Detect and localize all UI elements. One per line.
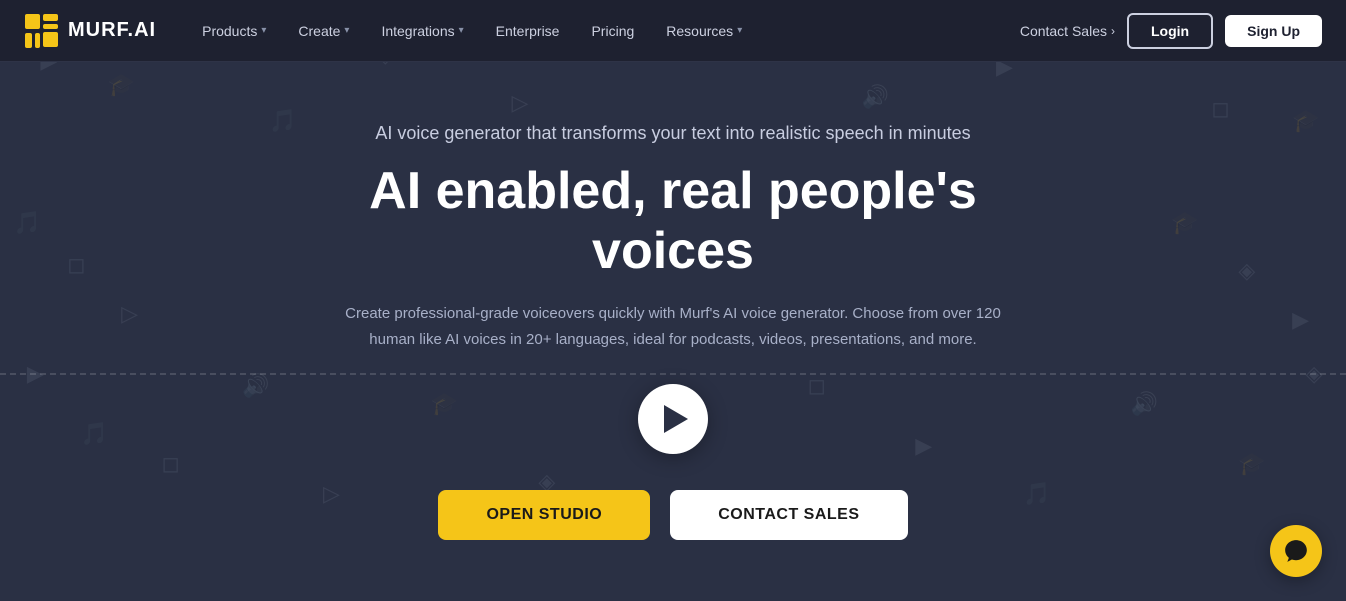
bg-icon: ▷ bbox=[121, 301, 138, 327]
chat-icon bbox=[1283, 538, 1309, 564]
contact-sales-button[interactable]: CONTACT SALES bbox=[670, 490, 907, 540]
nav-links: Products ▾ Create ▾ Integrations ▾ Enter… bbox=[188, 15, 1020, 47]
bg-icon: 🔊 bbox=[861, 84, 888, 110]
bg-icon: 🎓 bbox=[1171, 210, 1198, 236]
login-button[interactable]: Login bbox=[1127, 13, 1213, 49]
hero-content: AI voice generator that transforms your … bbox=[263, 123, 1083, 541]
chevron-down-icon: ▾ bbox=[737, 25, 742, 36]
chevron-down-icon: ▾ bbox=[459, 25, 464, 36]
bg-icon: ◻ bbox=[1211, 96, 1229, 122]
nav-item-pricing[interactable]: Pricing bbox=[577, 15, 648, 47]
nav-item-products[interactable]: Products ▾ bbox=[188, 15, 280, 47]
bg-icon: ◻ bbox=[162, 451, 180, 477]
chevron-down-icon: ▾ bbox=[261, 25, 266, 36]
chat-bubble[interactable] bbox=[1270, 525, 1322, 577]
play-button[interactable] bbox=[638, 384, 708, 454]
chevron-right-icon: › bbox=[1111, 24, 1115, 38]
hero-title: AI enabled, real people's voices bbox=[283, 162, 1063, 282]
nav-item-enterprise[interactable]: Enterprise bbox=[482, 15, 574, 47]
logo-text: MURF.AI bbox=[68, 19, 156, 42]
chevron-down-icon: ▾ bbox=[344, 25, 349, 36]
open-studio-button[interactable]: OPEN STUDIO bbox=[438, 490, 650, 540]
play-button-wrap bbox=[283, 384, 1063, 454]
bg-icon: 🔊 bbox=[1131, 391, 1158, 417]
signup-button[interactable]: Sign Up bbox=[1225, 15, 1322, 47]
play-icon bbox=[664, 405, 688, 433]
bg-icon: 🎵 bbox=[13, 210, 40, 236]
cta-buttons: OPEN STUDIO CONTACT SALES bbox=[283, 490, 1063, 540]
hero-description: Create professional-grade voiceovers qui… bbox=[333, 301, 1013, 352]
nav-right: Contact Sales › Login Sign Up bbox=[1020, 13, 1322, 49]
navbar: MURF.AI Products ▾ Create ▾ Integrations… bbox=[0, 0, 1346, 62]
bg-icon: 🎓 bbox=[1238, 451, 1265, 477]
bg-icon: 🎓 bbox=[1292, 108, 1319, 134]
bg-icon: ▷ bbox=[511, 90, 528, 116]
bg-icon: ◻ bbox=[67, 252, 85, 278]
nav-item-create[interactable]: Create ▾ bbox=[284, 15, 363, 47]
nav-item-resources[interactable]: Resources ▾ bbox=[652, 15, 756, 47]
logo-icon bbox=[24, 13, 60, 49]
hero-section: ▶ 🎓 ◻ 🎵 ◈ ▷ ◻ 🔊 ▶ ◈ ◻ 🎓 ▶ 🎵 ◻ 🔊 ▷ 🎓 ◈ ◻ … bbox=[0, 0, 1346, 601]
bg-icon: 🎓 bbox=[108, 72, 135, 98]
hero-subtitle: AI voice generator that transforms your … bbox=[283, 123, 1063, 144]
bg-icon: 🎵 bbox=[81, 421, 108, 447]
bg-icon: ▶ bbox=[1292, 307, 1309, 333]
logo[interactable]: MURF.AI bbox=[24, 13, 156, 49]
nav-item-integrations[interactable]: Integrations ▾ bbox=[367, 15, 477, 47]
contact-sales-nav-link[interactable]: Contact Sales › bbox=[1020, 23, 1115, 39]
bg-icon: ◈ bbox=[1238, 258, 1255, 284]
